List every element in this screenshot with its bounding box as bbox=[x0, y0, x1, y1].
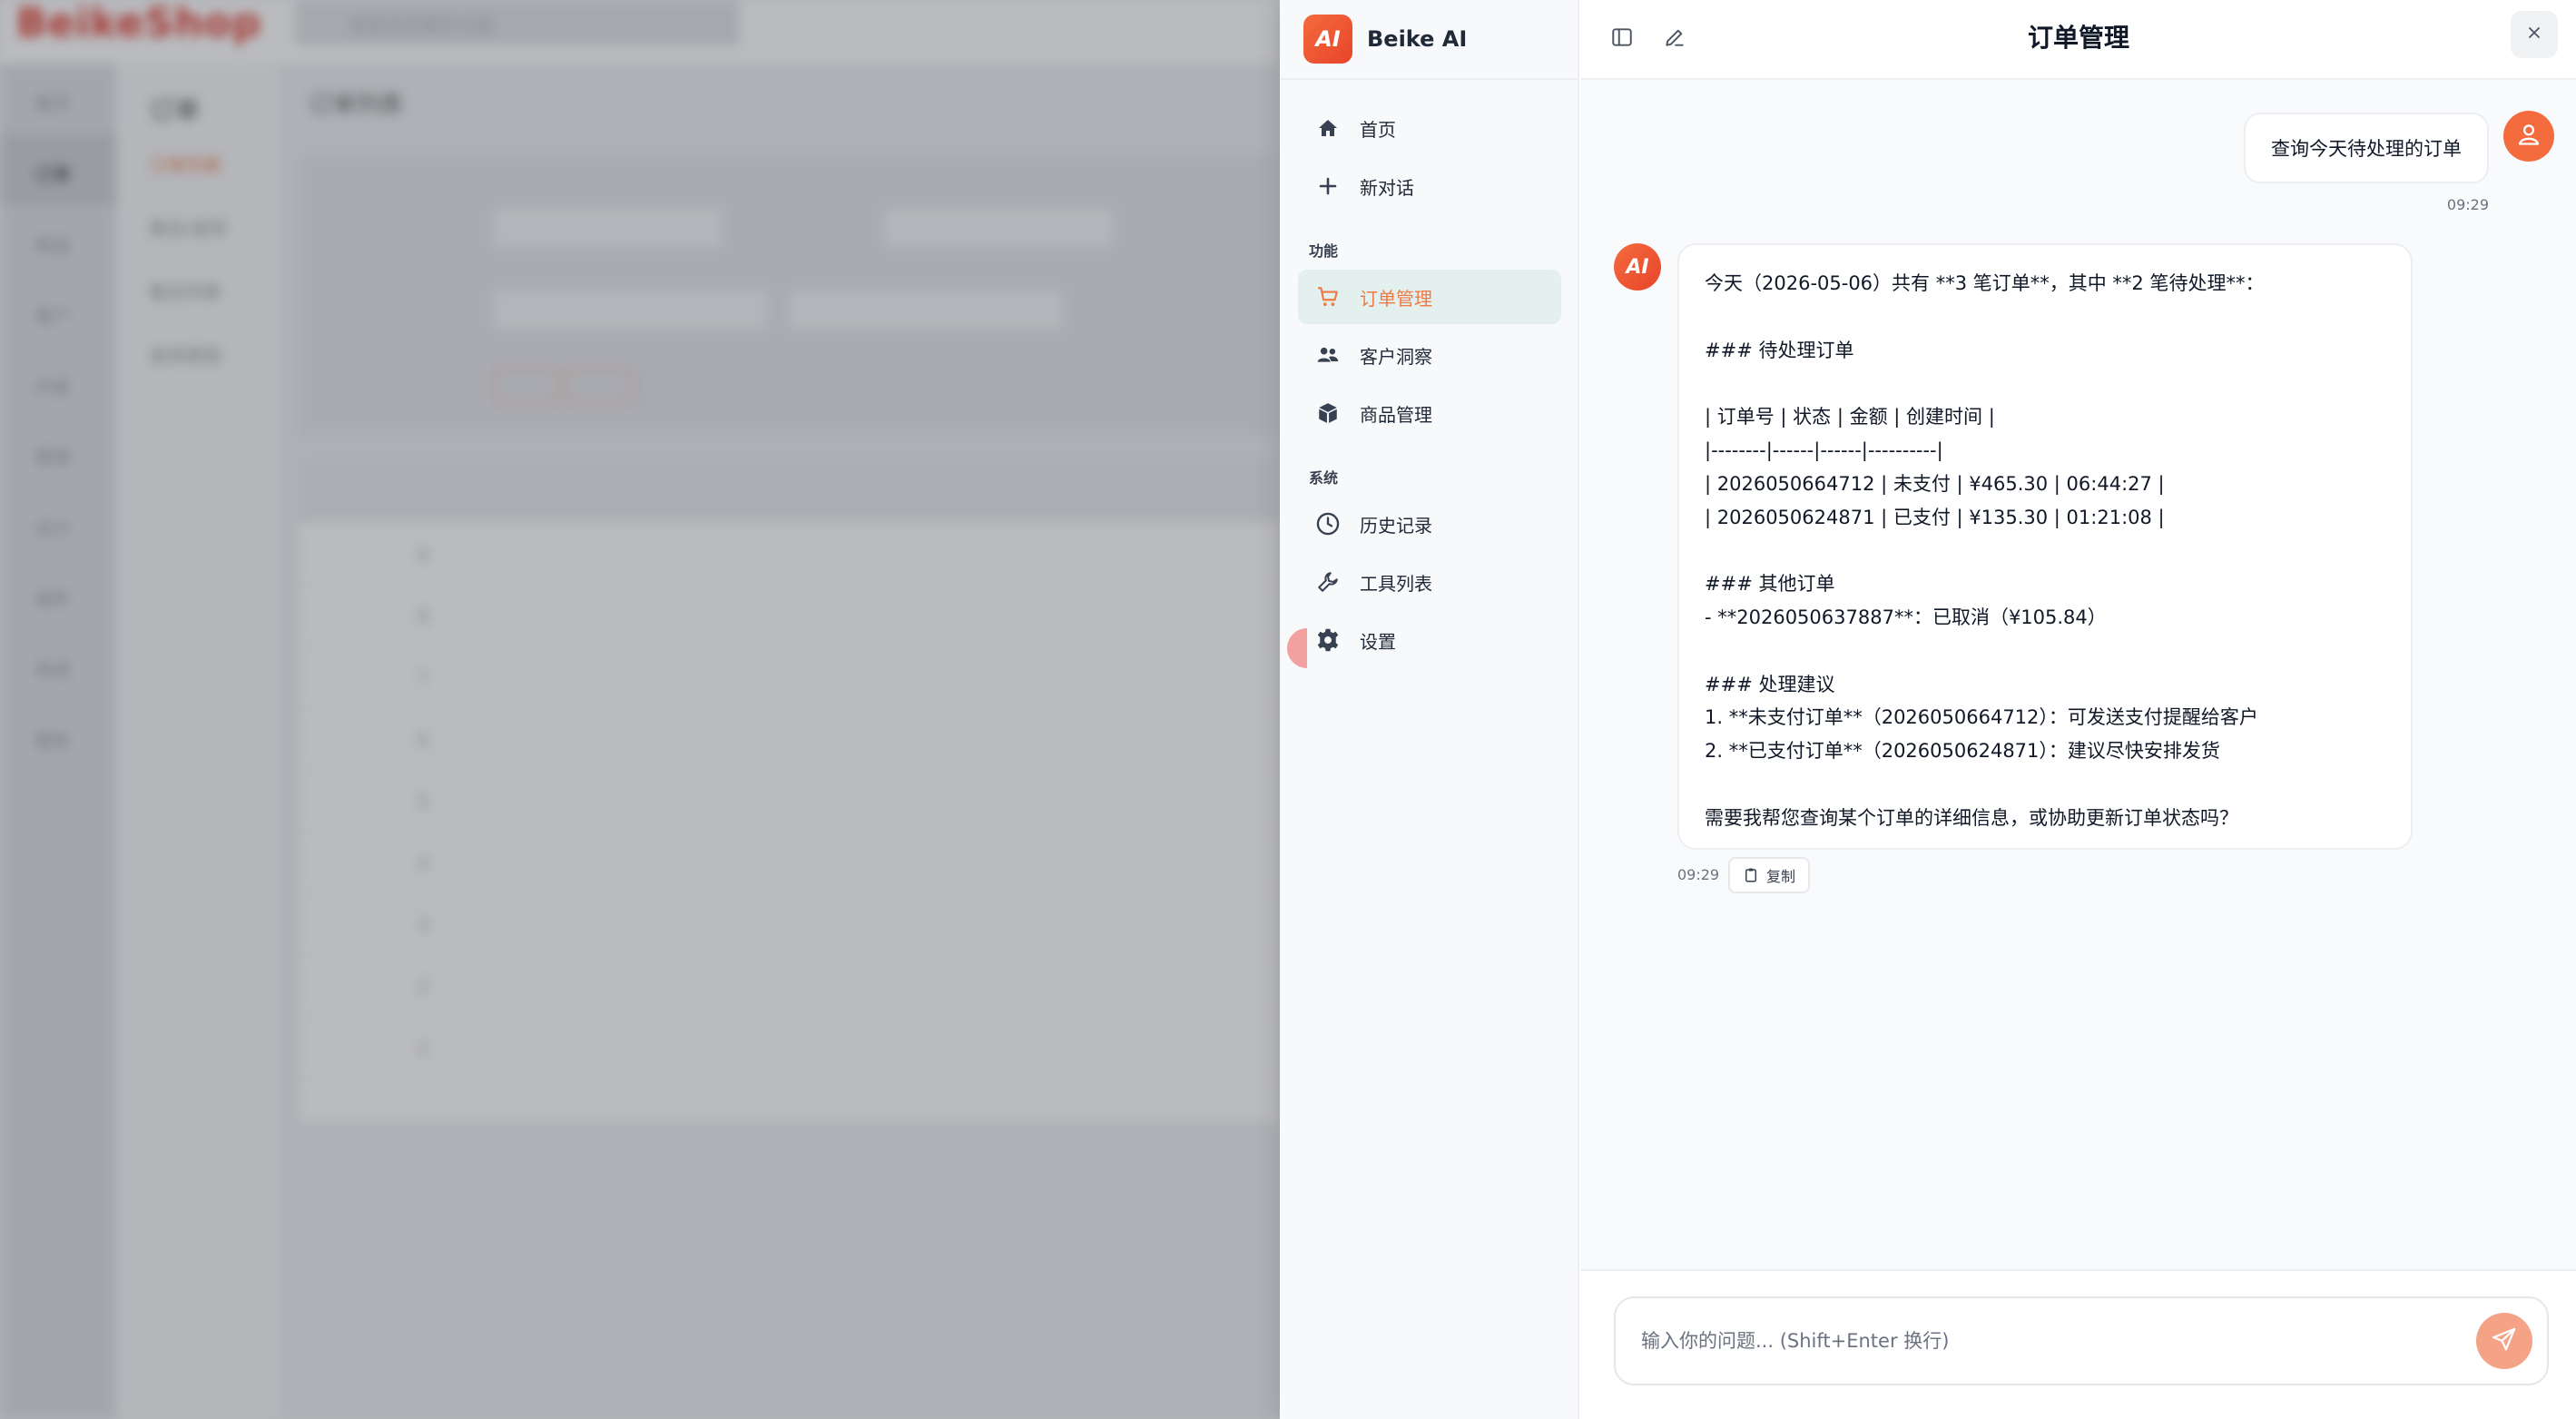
ai-logo-icon: AI bbox=[1303, 15, 1352, 64]
sidebar-item-label: 订单管理 bbox=[1360, 287, 1432, 310]
wrench-icon bbox=[1314, 568, 1342, 596]
assistant-message-line: 2. **已支付订单**（2026050624871）：建议尽快安排发货 bbox=[1705, 740, 2220, 763]
ai-logo-icon: AI bbox=[1626, 255, 1649, 279]
send-button[interactable] bbox=[2476, 1313, 2532, 1369]
assistant-message-bubble: 今天（2026-05-06）共有 **3 笔订单**，其中 **2 笔待处理**… bbox=[1677, 243, 2413, 850]
send-icon bbox=[2491, 1325, 2518, 1356]
cart-icon bbox=[1314, 283, 1342, 310]
assistant-message-line: | 订单号 | 状态 | 金额 | 创建时间 | bbox=[1705, 406, 1995, 429]
assistant-message-line: - **2026050637887**：已取消（¥105.84） bbox=[1705, 606, 2107, 628]
chat-header: 订单管理 bbox=[1581, 0, 2576, 80]
page-title: 订单管理 bbox=[2027, 23, 2129, 53]
sidebar-item-history[interactable]: 历史记录 bbox=[1298, 497, 1561, 551]
assistant-message-line: 需要我帮您查询某个订单的详细信息，或协助更新订单状态吗？ bbox=[1705, 806, 2238, 829]
user-avatar bbox=[2503, 111, 2554, 162]
home-icon bbox=[1314, 114, 1342, 142]
assistant-message-line: 今天（2026-05-06）共有 **3 笔订单**，其中 **2 笔待处理**… bbox=[1705, 272, 2265, 294]
sidebar-item-label: 客户洞察 bbox=[1360, 345, 1432, 368]
assistant-message-line bbox=[1705, 534, 2385, 567]
sidebar-item-product-management[interactable]: 商品管理 bbox=[1298, 386, 1561, 440]
sidebar-item-customer-insight[interactable]: 客户洞察 bbox=[1298, 328, 1561, 382]
chat-input[interactable] bbox=[1614, 1296, 2549, 1385]
chat-main: 订单管理 查询今天待处理的订单 09:29 AI 今天（2026-05-06）共… bbox=[1581, 0, 2576, 1419]
assistant-message-line: ### 待处理订单 bbox=[1705, 339, 1854, 361]
sidebar-item-home[interactable]: 首页 bbox=[1298, 101, 1561, 155]
user-icon bbox=[2516, 122, 2542, 151]
sidebar-item-label: 工具列表 bbox=[1360, 572, 1432, 595]
section-system-label: 系统 bbox=[1309, 469, 1339, 487]
users-icon bbox=[1314, 341, 1342, 369]
section-function-label: 功能 bbox=[1309, 242, 1339, 260]
sidebar-item-label: 商品管理 bbox=[1360, 403, 1432, 426]
assistant-message-line: 1. **未支付订单**（2026050664712）：可发送支付提醒给客户 bbox=[1705, 706, 2258, 729]
modal-overlay[interactable] bbox=[0, 0, 1280, 1419]
sidebar-item-label: 新对话 bbox=[1360, 176, 1414, 199]
clock-icon bbox=[1314, 510, 1342, 537]
sidebar-item-label: 首页 bbox=[1360, 118, 1396, 141]
copy-label: 复制 bbox=[1766, 868, 1796, 885]
assistant-message-line bbox=[1705, 768, 2385, 802]
sidebar-item-new-chat[interactable]: 新对话 bbox=[1298, 159, 1561, 213]
user-message-bubble: 查询今天待处理的订单 bbox=[2244, 113, 2489, 183]
chat-composer bbox=[1581, 1269, 2576, 1419]
user-message-time: 09:29 bbox=[2446, 196, 2489, 213]
box-icon bbox=[1314, 399, 1342, 427]
assistant-avatar: AI bbox=[1614, 243, 1661, 291]
assistant-message-line bbox=[1705, 635, 2385, 668]
clipboard-icon bbox=[1743, 867, 1759, 883]
assistant-message-line: | 2026050624871 | 已支付 | ¥135.30 | 01:21:… bbox=[1705, 506, 2165, 528]
assistant-message-line: |--------|------|------|----------| bbox=[1705, 439, 1943, 461]
assistant-message-line: ### 处理建议 bbox=[1705, 673, 1835, 695]
copy-button[interactable]: 复制 bbox=[1728, 857, 1811, 893]
close-button[interactable] bbox=[2511, 11, 2558, 58]
sidebar-item-label: 历史记录 bbox=[1360, 514, 1432, 537]
gear-icon bbox=[1314, 626, 1342, 654]
ai-chat-panel: AI Beike AI 首页 新对话 功能 订单管理 客户洞察 商品管理 系统 … bbox=[1280, 0, 2576, 1419]
app-name: Beike AI bbox=[1367, 26, 1468, 52]
close-icon bbox=[2525, 24, 2543, 45]
plus-icon bbox=[1314, 172, 1342, 200]
assistant-message-line bbox=[1705, 301, 2385, 334]
sidebar-item-settings[interactable]: 设置 bbox=[1298, 613, 1561, 667]
sidebar-item-tool-list[interactable]: 工具列表 bbox=[1298, 555, 1561, 609]
assistant-message-line: ### 其他订单 bbox=[1705, 573, 1835, 596]
ai-sidebar: AI Beike AI 首页 新对话 功能 订单管理 客户洞察 商品管理 系统 … bbox=[1280, 0, 1579, 1419]
brand: AI Beike AI bbox=[1280, 0, 1578, 80]
assistant-message-time: 09:29 bbox=[1677, 866, 1720, 883]
assistant-message-line bbox=[1705, 367, 2385, 400]
assistant-message-line: | 2026050664712 | 未支付 | ¥465.30 | 06:44:… bbox=[1705, 472, 2165, 495]
sidebar-item-order-management[interactable]: 订单管理 bbox=[1298, 270, 1561, 324]
sidebar-item-label: 设置 bbox=[1360, 630, 1396, 653]
